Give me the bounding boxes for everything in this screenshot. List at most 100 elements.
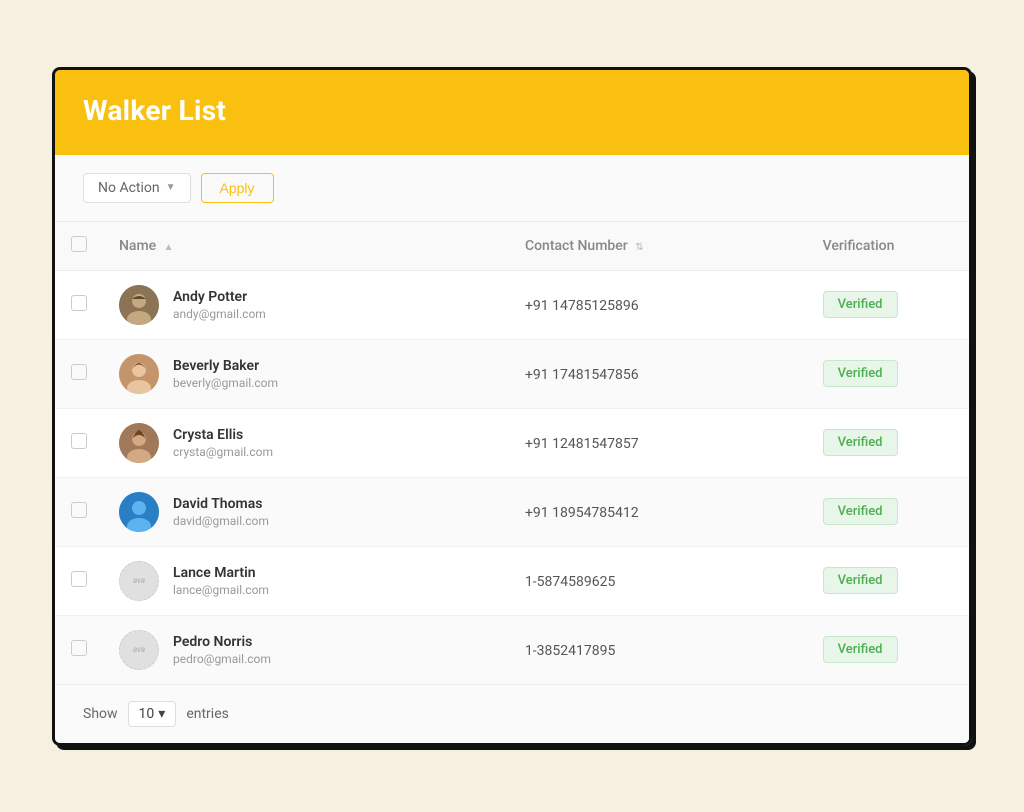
action-dropdown[interactable]: No Action ▼ [83,173,191,203]
user-email: lance@gmail.com [173,583,269,597]
row-checkbox-cell [55,546,103,615]
verified-badge: Verified [823,360,898,387]
entries-chevron-icon: ▾ [158,706,165,722]
header-contact-col: Contact Number ⇅ [509,222,807,271]
contact-number: +91 12481547857 [525,436,639,452]
row-name-cell: ava Lance Martin lance@gmail.com [103,546,509,615]
verified-badge: Verified [823,567,898,594]
row-verification-cell: Verified [807,546,969,615]
contact-number: +91 17481547856 [525,367,639,383]
contact-number: +91 14785125896 [525,298,639,314]
row-checkbox[interactable] [71,295,87,311]
select-all-checkbox[interactable] [71,236,87,252]
contact-number: 1-3852417895 [525,643,615,659]
row-checkbox-cell [55,615,103,684]
row-contact-cell: 1-5874589625 [509,546,807,615]
user-info: David Thomas david@gmail.com [173,496,269,528]
sort-contact-icon[interactable]: ⇅ [635,242,643,253]
row-checkbox-cell [55,477,103,546]
header-checkbox-col [55,222,103,271]
row-checkbox-cell [55,339,103,408]
contact-number: 1-5874589625 [525,574,615,590]
row-name-cell: Crysta Ellis crysta@gmail.com [103,408,509,477]
row-name-cell: Beverly Baker beverly@gmail.com [103,339,509,408]
avatar [119,354,159,394]
user-name: Andy Potter [173,289,266,305]
avatar [119,423,159,463]
user-email: pedro@gmail.com [173,652,271,666]
row-verification-cell: Verified [807,270,969,339]
row-contact-cell: +91 17481547856 [509,339,807,408]
avatar [119,285,159,325]
user-cell: David Thomas david@gmail.com [119,492,493,532]
user-cell: Crysta Ellis crysta@gmail.com [119,423,493,463]
verified-badge: Verified [823,429,898,456]
row-checkbox[interactable] [71,364,87,380]
user-name: David Thomas [173,496,269,512]
row-contact-cell: +91 12481547857 [509,408,807,477]
page-header: Walker List [55,70,969,155]
header-verification-col: Verification [807,222,969,271]
walker-table: Name ▲ Contact Number ⇅ Verification [55,222,969,684]
user-info: Crysta Ellis crysta@gmail.com [173,427,273,459]
chevron-down-icon: ▼ [166,182,176,193]
table-row: Andy Potter andy@gmail.com +91 147851258… [55,270,969,339]
user-cell: Andy Potter andy@gmail.com [119,285,493,325]
table-row: Crysta Ellis crysta@gmail.com +91 124815… [55,408,969,477]
entries-count: 10 [139,706,155,722]
avatar: ava [119,561,159,601]
entries-per-page-select[interactable]: 10 ▾ [128,701,177,727]
entries-label: entries [186,706,229,722]
action-label: No Action [98,180,160,196]
avatar [119,492,159,532]
contact-number: +91 18954785412 [525,505,639,521]
page-title: Walker List [83,94,941,127]
user-email: beverly@gmail.com [173,376,278,390]
main-window: Walker List No Action ▼ Apply Na [52,67,972,746]
row-checkbox[interactable] [71,433,87,449]
user-info: Lance Martin lance@gmail.com [173,565,269,597]
user-cell: ava Lance Martin lance@gmail.com [119,561,493,601]
user-email: crysta@gmail.com [173,445,273,459]
table-row: David Thomas david@gmail.com +91 1895478… [55,477,969,546]
table-header-row: Name ▲ Contact Number ⇅ Verification [55,222,969,271]
row-checkbox[interactable] [71,571,87,587]
row-contact-cell: 1-3852417895 [509,615,807,684]
avatar: ava [119,630,159,670]
user-info: Andy Potter andy@gmail.com [173,289,266,321]
user-cell: ava Pedro Norris pedro@gmail.com [119,630,493,670]
table-body: Andy Potter andy@gmail.com +91 147851258… [55,270,969,684]
row-name-cell: ava Pedro Norris pedro@gmail.com [103,615,509,684]
row-checkbox-cell [55,270,103,339]
user-info: Beverly Baker beverly@gmail.com [173,358,278,390]
row-checkbox[interactable] [71,502,87,518]
user-info: Pedro Norris pedro@gmail.com [173,634,271,666]
sort-name-icon[interactable]: ▲ [164,242,174,253]
user-name: Beverly Baker [173,358,278,374]
verified-badge: Verified [823,636,898,663]
user-email: david@gmail.com [173,514,269,528]
verified-badge: Verified [823,291,898,318]
header-name-col: Name ▲ [103,222,509,271]
toolbar: No Action ▼ Apply [55,155,969,222]
user-name: Lance Martin [173,565,269,581]
row-verification-cell: Verified [807,339,969,408]
row-checkbox-cell [55,408,103,477]
apply-button[interactable]: Apply [201,173,274,203]
row-contact-cell: +91 18954785412 [509,477,807,546]
user-name: Pedro Norris [173,634,271,650]
row-verification-cell: Verified [807,408,969,477]
user-name: Crysta Ellis [173,427,273,443]
user-email: andy@gmail.com [173,307,266,321]
content-area: No Action ▼ Apply Name ▲ [55,155,969,743]
table-row: ava Pedro Norris pedro@gmail.com 1-38524… [55,615,969,684]
row-checkbox[interactable] [71,640,87,656]
table-row: Beverly Baker beverly@gmail.com +91 1748… [55,339,969,408]
table-row: ava Lance Martin lance@gmail.com 1-58745… [55,546,969,615]
walker-table-container: Name ▲ Contact Number ⇅ Verification [55,222,969,684]
row-contact-cell: +91 14785125896 [509,270,807,339]
row-name-cell: David Thomas david@gmail.com [103,477,509,546]
show-label: Show [83,706,118,722]
user-cell: Beverly Baker beverly@gmail.com [119,354,493,394]
table-footer: Show 10 ▾ entries [55,684,969,743]
